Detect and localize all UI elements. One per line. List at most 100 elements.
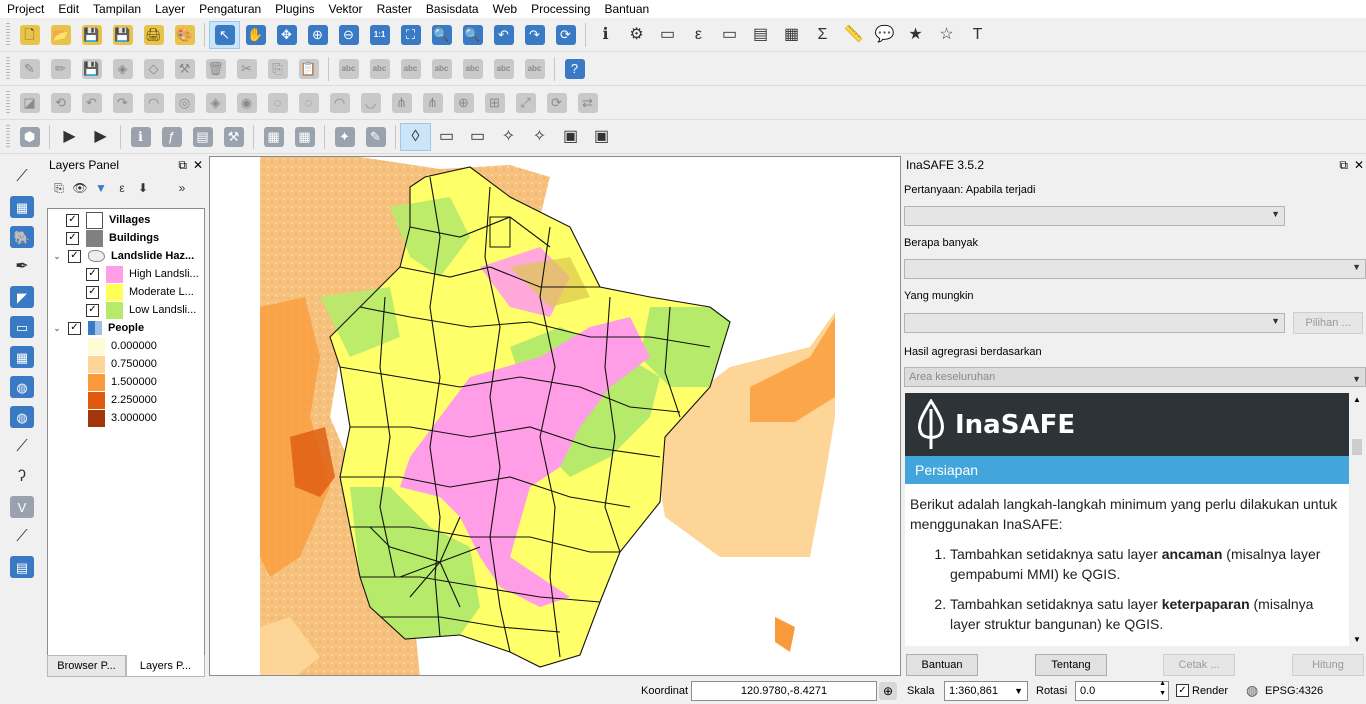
pan-to-selection-button[interactable]: ✥ [271, 21, 302, 49]
zoom-in-button[interactable]: ⊕ [302, 21, 333, 49]
open-project-button[interactable]: 📂 [45, 21, 76, 49]
label-change-button[interactable]: abc [488, 55, 519, 83]
hazard-combo[interactable]: ▼ [904, 206, 1285, 226]
identify-button[interactable]: ℹ [590, 21, 621, 49]
toolbar-grip[interactable] [6, 90, 10, 115]
print-button[interactable]: ▭ [462, 123, 493, 151]
wizard-button[interactable]: ✦ [329, 123, 360, 151]
close-icon[interactable]: ✕ [1354, 156, 1364, 175]
inasafe-button[interactable]: ⬢ [14, 123, 45, 151]
add-wcs-layer-button[interactable]: ◍ [8, 404, 36, 430]
expand-arrow-icon[interactable]: ⌄ [52, 323, 62, 334]
exposure-combo[interactable]: ▼ [904, 259, 1366, 279]
map-tips-button[interactable]: 💬 [869, 21, 900, 49]
scroll-down-icon[interactable]: ▼ [1353, 635, 1361, 644]
print-button[interactable]: Cetak ... [1163, 654, 1235, 676]
add-wms-layer-button[interactable]: ◍ [8, 374, 36, 400]
options-button[interactable]: ⚒ [218, 123, 249, 151]
rotate-features-button[interactable]: ⟳ [541, 89, 572, 117]
attribute-table-button[interactable]: ▤ [745, 21, 776, 49]
rotate-button[interactable]: ⟲ [45, 89, 76, 117]
select-button[interactable]: ▭ [652, 21, 683, 49]
eye-icon[interactable]: 👁 [72, 180, 88, 196]
help-scrollbar[interactable]: ▲ ▼ [1350, 393, 1365, 646]
new-print-layout-button[interactable]: 🖨 [138, 21, 169, 49]
field-mapping-button[interactable]: ▤ [187, 123, 218, 151]
deselect-button[interactable]: ▭ [714, 21, 745, 49]
refresh-button[interactable]: ⟳ [550, 21, 581, 49]
render-checkbox[interactable]: ✓ [1176, 684, 1189, 697]
options-button[interactable]: Pilihan ... [1293, 312, 1363, 334]
rotation-field[interactable]: 0.0 ▲ ▼ [1075, 679, 1169, 701]
layer-row[interactable]: ⌄ ✓ Landslide Haz... [52, 247, 194, 265]
menu-item-processing[interactable]: Processing [525, 0, 598, 18]
add-ring-button[interactable]: ◎ [169, 89, 200, 117]
layer-visibility-checkbox[interactable]: ✓ [68, 321, 81, 335]
layer-visibility-checkbox[interactable]: ✓ [86, 267, 99, 281]
zoom-full-button[interactable]: ⛶ [395, 21, 426, 49]
add-dock-button[interactable]: ▶ [54, 123, 85, 151]
menu-item-bantuan[interactable]: Bantuan [598, 0, 657, 18]
paste-button[interactable]: 📋 [293, 55, 324, 83]
menu-item-pengaturan[interactable]: Pengaturan [193, 0, 269, 18]
add-oracle-layer-button[interactable]: ▭ [8, 314, 36, 340]
offset-curve-button[interactable]: ◡ [355, 89, 386, 117]
layer-visibility-checkbox[interactable]: ✓ [68, 249, 81, 263]
new-bookmark-button[interactable]: ★ [900, 21, 931, 49]
zoom-layer-button[interactable]: 🔍 [457, 21, 488, 49]
new-project-button[interactable]: 🗋 [14, 21, 45, 49]
layer-visibility-checkbox[interactable]: ✓ [66, 213, 79, 227]
add-spatialite-layer-button[interactable]: ✒ [8, 254, 36, 280]
layer-row[interactable]: ✓ Low Landsli... [86, 301, 196, 319]
menu-item-basisdata[interactable]: Basisdata [420, 0, 487, 18]
zoom-out-button[interactable]: ⊖ [333, 21, 364, 49]
reshape-button[interactable]: ◠ [324, 89, 355, 117]
pan-button[interactable]: ✋ [240, 21, 271, 49]
open-layer-styling-icon[interactable]: ⎘ [51, 180, 67, 196]
expand-all-icon[interactable]: ⬇ [135, 180, 151, 196]
layer-row[interactable]: ✓ Moderate L... [86, 283, 194, 301]
help-button[interactable]: Bantuan [906, 654, 978, 676]
add-vector-layer-button[interactable]: ⟋ [8, 164, 36, 190]
layer-visibility-checkbox[interactable]: ✓ [86, 285, 99, 299]
layer-row[interactable]: ✓ Buildings [66, 229, 159, 247]
digitize-button[interactable]: ◪ [14, 89, 45, 117]
field-calculator-button[interactable]: ▦ [776, 21, 807, 49]
add-layer-button[interactable]: ▣ [586, 123, 617, 151]
tab-browser-panel[interactable]: Browser P... [47, 655, 126, 677]
tab-layers-panel[interactable]: Layers P... [126, 655, 205, 677]
expand-arrow-icon[interactable]: ⌄ [52, 251, 62, 262]
select-freehand-button[interactable]: ✧ [524, 123, 555, 151]
help-button[interactable]: ? [559, 55, 590, 83]
menu-item-layer[interactable]: Layer [149, 0, 193, 18]
menu-item-raster[interactable]: Raster [371, 0, 420, 18]
add-delimited-text-button[interactable]: ʔ [8, 464, 36, 490]
shakemap-button[interactable]: ▦ [258, 123, 289, 151]
add-db2-layer-button[interactable]: ▦ [8, 344, 36, 370]
layers-button[interactable]: ▣ [555, 123, 586, 151]
float-icon[interactable]: ⧉ [178, 156, 187, 175]
delete-ring-button[interactable]: ◌ [262, 89, 293, 117]
label-pin-button[interactable]: abc [364, 55, 395, 83]
bookmarks-button[interactable]: ☆ [931, 21, 962, 49]
menu-item-web[interactable]: Web [487, 0, 525, 18]
toggle-extents-icon[interactable]: ⊕ [879, 682, 897, 700]
menu-item-edit[interactable]: Edit [52, 0, 87, 18]
expression-select-button[interactable]: ε [683, 21, 714, 49]
add-node-button[interactable]: ◇ [138, 55, 169, 83]
menu-item-project[interactable]: Project [0, 0, 52, 18]
aggregation-combo[interactable]: Area keseluruhan ▼ [904, 367, 1366, 387]
label-move-button[interactable]: abc [395, 55, 426, 83]
simplify-button[interactable]: ◠ [138, 89, 169, 117]
label-options-button[interactable]: abc [519, 55, 550, 83]
add-virtual-layer-button[interactable]: V [8, 494, 36, 520]
spin-icon[interactable]: ▲ ▼ [1159, 679, 1166, 699]
layer-visibility-checkbox[interactable]: ✓ [66, 231, 79, 245]
toggle-editing-button[interactable]: ✎ [14, 55, 45, 83]
settings-button[interactable]: ⚙ [621, 21, 652, 49]
text-annotation-button[interactable]: T [962, 21, 993, 49]
label-show-button[interactable]: abc [426, 55, 457, 83]
show-dock-button[interactable]: ▶ [85, 123, 116, 151]
scroll-up-icon[interactable]: ▲ [1353, 395, 1361, 404]
toolbar-grip[interactable] [6, 56, 10, 81]
